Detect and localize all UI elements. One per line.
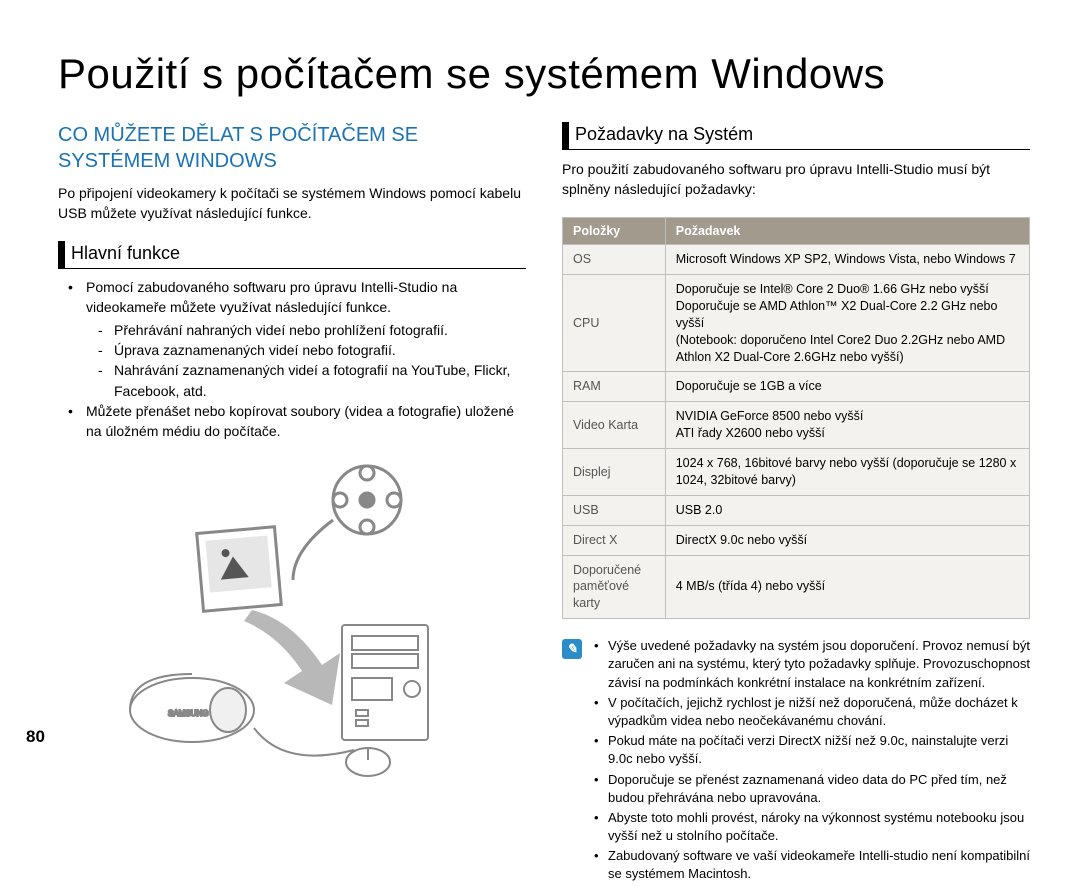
left-intro: Po připojení videokamery k počítači se s… xyxy=(58,184,526,223)
document-page: Použití s počítačem se systémem Windows … xyxy=(0,0,1080,827)
list-item: Abyste toto mohli provést, nároky na výk… xyxy=(594,809,1030,845)
table-row: Direct XDirectX 9.0c nebo vyšší xyxy=(563,525,1030,555)
list-item: V počítačích, jejichž rychlost je nižší … xyxy=(594,694,1030,730)
list-item: Nahrávání zaznamenaných videí a fotograf… xyxy=(58,360,526,401)
left-column: CO MŮŽETE DĚLAT S POČÍTAČEM SE SYSTÉMEM … xyxy=(58,122,526,886)
subhead-text: Požadavky na Systém xyxy=(575,122,753,149)
transfer-diagram-icon: SAMSUNG xyxy=(112,460,472,780)
right-column: Požadavky na Systém Pro použití zabudova… xyxy=(562,122,1030,886)
list-item: Pokud máte na počítači verzi DirectX niž… xyxy=(594,732,1030,768)
table-row: Displej1024 x 768, 16bitové barvy nebo v… xyxy=(563,449,1030,496)
system-requirements-table: Položky Požadavek OSMicrosoft Windows XP… xyxy=(562,217,1030,619)
list-item: Pomocí zabudovaného softwaru pro úpravu … xyxy=(58,277,526,318)
subheading-main-functions: Hlavní funkce xyxy=(58,241,526,269)
page-number: 80 xyxy=(26,727,45,747)
list-item: Úprava zaznamenaných videí nebo fotograf… xyxy=(58,340,526,360)
table-header-items: Položky xyxy=(563,218,666,245)
table-row: RAMDoporučuje se 1GB a více xyxy=(563,372,1030,402)
illustration-transfer: SAMSUNG xyxy=(58,460,526,785)
table-header-requirement: Požadavek xyxy=(665,218,1029,245)
list-item: Můžete přenášet nebo kopírovat soubory (… xyxy=(58,401,526,442)
subhead-bar xyxy=(562,122,569,149)
subheading-system-req: Požadavky na Systém xyxy=(562,122,1030,150)
list-item: Doporučuje se přenést zaznamenaná video … xyxy=(594,771,1030,807)
note-box: ✎ Výše uvedené požadavky na systém jsou … xyxy=(562,637,1030,885)
table-row: OSMicrosoft Windows XP SP2, Windows Vist… xyxy=(563,245,1030,275)
list-item: Přehrávání nahraných videí nebo prohlíže… xyxy=(58,320,526,340)
table-row: Doporučené paměťové karty4 MB/s (třída 4… xyxy=(563,555,1030,619)
table-row: CPUDoporučuje se Intel® Core 2 Duo® 1.66… xyxy=(563,275,1030,372)
table-row: Video KartaNVIDIA GeForce 8500 nebo vyšš… xyxy=(563,402,1030,449)
note-icon: ✎ xyxy=(562,639,582,659)
two-column-layout: CO MŮŽETE DĚLAT S POČÍTAČEM SE SYSTÉMEM … xyxy=(58,122,1030,886)
subhead-bar xyxy=(58,241,65,268)
list-item: Zabudovaný software ve vaší videokameře … xyxy=(594,847,1030,883)
main-functions-list: Pomocí zabudovaného softwaru pro úpravu … xyxy=(58,277,526,318)
notes-list: Výše uvedené požadavky na systém jsou do… xyxy=(594,637,1030,885)
table-row: USBUSB 2.0 xyxy=(563,495,1030,525)
page-title: Použití s počítačem se systémem Windows xyxy=(58,50,1030,98)
main-functions-list-2: Můžete přenášet nebo kopírovat soubory (… xyxy=(58,401,526,442)
svg-text:SAMSUNG: SAMSUNG xyxy=(168,709,208,718)
right-intro: Pro použití zabudovaného softwaru pro úp… xyxy=(562,160,1030,199)
list-item: Výše uvedené požadavky na systém jsou do… xyxy=(594,637,1030,692)
section-heading-windows: CO MŮŽETE DĚLAT S POČÍTAČEM SE SYSTÉMEM … xyxy=(58,122,526,174)
sub-list: Přehrávání nahraných videí nebo prohlíže… xyxy=(58,320,526,401)
subhead-text: Hlavní funkce xyxy=(71,241,180,268)
